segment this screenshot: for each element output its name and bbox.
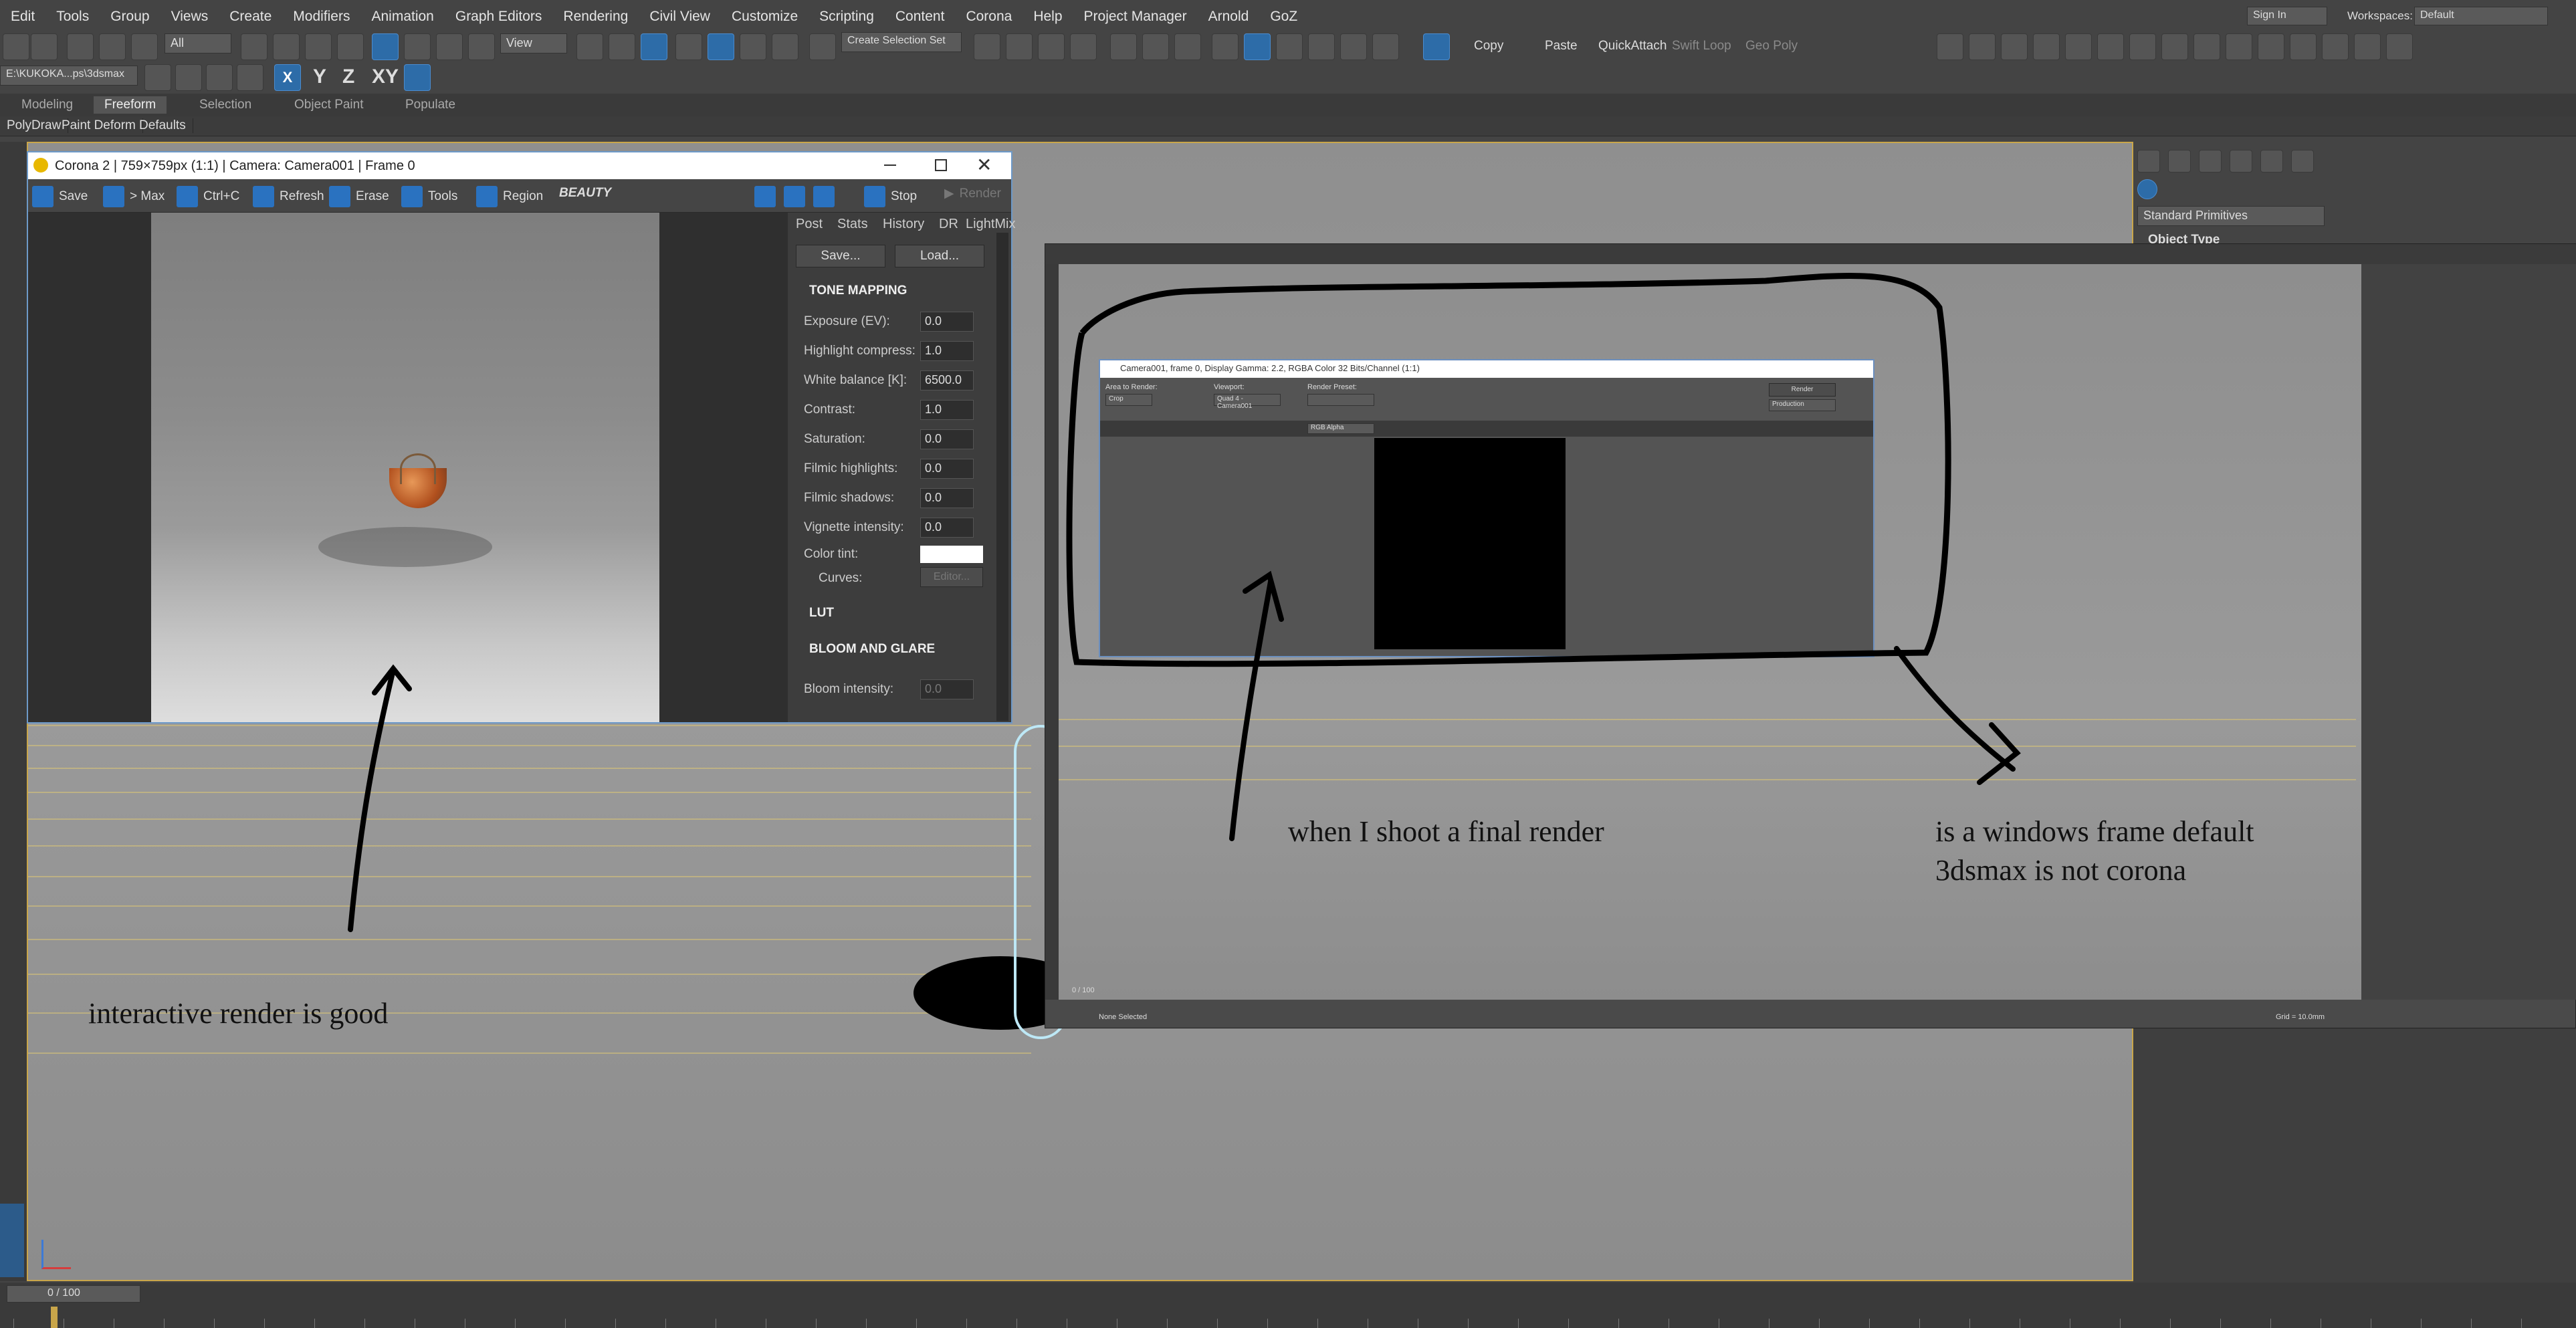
annotation-arrow-final	[1229, 570, 1284, 841]
annotation-final-render: when I shoot a final render	[1288, 815, 1604, 848]
annotation-interactive-good: interactive render is good	[88, 997, 389, 1030]
annotation-frame-outline	[1066, 272, 1951, 667]
annotation-arrow-interactive	[348, 664, 412, 932]
annotation-not-corona: 3dsmax is not corona	[1935, 854, 2187, 887]
annotation-layer	[348, 272, 2021, 932]
annotation-arrow-windows	[1894, 646, 2021, 785]
annotation-windows-frame: is a windows frame default	[1935, 815, 2254, 848]
